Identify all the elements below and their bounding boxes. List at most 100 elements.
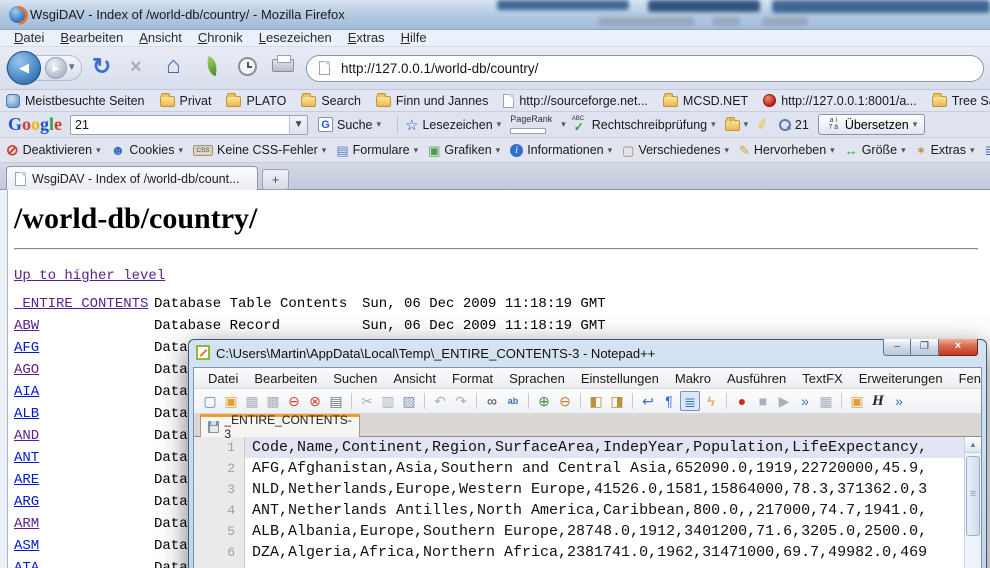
cut-icon[interactable]: ✂ <box>357 391 377 411</box>
editor-line[interactable]: 5 ALB,Albania,Europe,Southern Europe,287… <box>194 521 964 542</box>
editor-line[interactable]: 6 DZA,Algeria,Africa,Northern Africa,238… <box>194 542 964 563</box>
highlighter-button[interactable]: ✐ <box>757 116 769 133</box>
history-dropdown-icon[interactable]: ▾ <box>69 60 75 73</box>
webdev-item[interactable]: i Informationen ▾ <box>510 143 612 157</box>
stop-macro-icon[interactable]: ■ <box>753 391 773 411</box>
menu-item[interactable]: Hilfe <box>393 30 435 46</box>
menu-item[interactable]: Lesezeichen <box>251 30 340 46</box>
directory-entry-link[interactable]: ANT <box>14 450 39 466</box>
leaf-addon-icon[interactable] <box>204 56 220 76</box>
webdev-item[interactable]: ⊘ Deaktivieren ▾ <box>6 143 101 157</box>
sendto-button[interactable]: ↑ ▾ <box>725 118 749 131</box>
menu-item[interactable]: Bearbeiten <box>246 371 325 386</box>
redo-icon[interactable]: ↷ <box>451 391 471 411</box>
menu-item[interactable]: Format <box>444 371 501 386</box>
sync-vertical-icon[interactable]: ◧ <box>586 391 606 411</box>
save-macro-icon[interactable]: ▦ <box>816 391 836 411</box>
record-macro-icon[interactable]: ● <box>732 391 752 411</box>
home-button[interactable]: ⌂ <box>166 52 181 80</box>
editor-line[interactable]: 4 ANT,Netherlands Antilles,North America… <box>194 500 964 521</box>
bookmark-item[interactable]: PLATO <box>226 94 286 108</box>
caret-icon[interactable]: ▾ <box>561 119 566 130</box>
webdev-item[interactable]: ▤ Formulare ▾ <box>336 143 418 157</box>
directory-entry-link[interactable]: ATA <box>14 560 39 568</box>
url-text[interactable]: http://127.0.0.1/world-db/country/ <box>341 56 538 81</box>
print-icon[interactable]: ▤ <box>326 391 346 411</box>
webdev-item[interactable]: ✶ Extras ▾ <box>916 143 975 157</box>
translate-button[interactable]: a i7 ä Übersetzen▾ <box>818 114 925 135</box>
stop-button[interactable]: × <box>130 56 142 79</box>
menu-item[interactable]: Suchen <box>325 371 385 386</box>
minimize-button[interactable]: – <box>883 339 911 356</box>
webdev-item[interactable]: ✎ Hervorheben ▾ <box>739 143 835 157</box>
directory-entry-link[interactable]: ASM <box>14 538 39 554</box>
menu-item[interactable]: Chronik <box>190 30 251 46</box>
webdev-item[interactable]: ☻ Cookies ▾ <box>111 143 183 157</box>
maximize-button[interactable]: ❐ <box>911 339 939 356</box>
menu-item[interactable]: Erweiterungen <box>851 371 951 386</box>
replace-icon[interactable]: ab <box>503 391 523 411</box>
bookmark-item[interactable]: Search <box>301 94 361 108</box>
sync-horizontal-icon[interactable]: ◨ <box>607 391 627 411</box>
play-macro-icon[interactable]: ▶ <box>774 391 794 411</box>
bookmark-item[interactable]: Tree Samples <box>932 94 990 108</box>
new-file-icon[interactable]: ▢ <box>200 391 220 411</box>
open-folder-icon[interactable]: ▣ <box>847 391 867 411</box>
undo-icon[interactable]: ↶ <box>430 391 450 411</box>
directory-entry-link[interactable]: ARM <box>14 516 39 532</box>
menu-item[interactable]: TextFX <box>794 371 850 386</box>
menu-item[interactable]: Datei <box>200 371 246 386</box>
close-all-icon[interactable]: ⊗ <box>305 391 325 411</box>
bookmark-item[interactable]: Privat <box>160 94 212 108</box>
save-icon[interactable]: ▦ <box>242 391 262 411</box>
forward-button[interactable]: ▶ <box>45 57 67 79</box>
zoom-out-icon[interactable]: ⊖ <box>555 391 575 411</box>
directory-entry-link[interactable]: ALB <box>14 406 39 422</box>
menu-item[interactable]: Bearbeiten <box>52 30 131 46</box>
indent-guide-icon[interactable]: ≣ <box>680 391 700 411</box>
search-dropdown-icon[interactable]: ▼ <box>289 116 307 134</box>
directory-entry-link[interactable]: AND <box>14 428 39 444</box>
menu-item[interactable]: Ansicht <box>385 371 444 386</box>
document-tab[interactable]: _ENTIRE_CONTENTS-3 <box>200 414 360 437</box>
close-file-icon[interactable]: ⊖ <box>284 391 304 411</box>
google-search-box[interactable]: ▼ <box>70 115 308 135</box>
directory-entry-link[interactable]: AGO <box>14 362 39 378</box>
google-bookmarks-button[interactable]: ☆ Lesezeichen▾ <box>405 116 501 134</box>
menu-item[interactable]: Datei <box>6 30 52 46</box>
webdev-item[interactable]: ▣ Grafiken ▾ <box>428 143 500 157</box>
overflow-chevron-icon[interactable]: » <box>889 391 909 411</box>
zoom-in-icon[interactable]: ⊕ <box>534 391 554 411</box>
bookmark-item[interactable]: Meistbesuchte Seiten <box>6 94 145 108</box>
menu-item[interactable]: Makro <box>667 371 719 386</box>
print-button[interactable] <box>272 59 294 72</box>
directory-entry-link[interactable]: AIA <box>14 384 39 400</box>
tab-wsgidav[interactable]: WsgiDAV - Index of /world-db/count... <box>6 166 258 190</box>
directory-entry-link[interactable]: ARE <box>14 472 39 488</box>
menu-item[interactable]: Fenster <box>951 371 982 386</box>
open-file-icon[interactable]: ▣ <box>221 391 241 411</box>
directory-entry-link[interactable]: AFG <box>14 340 39 356</box>
run-macro-multi-icon[interactable]: » <box>795 391 815 411</box>
word-wrap-icon[interactable]: ↩ <box>638 391 658 411</box>
url-bar[interactable]: http://127.0.0.1/world-db/country/ <box>306 55 984 82</box>
webdev-item[interactable]: ↔ Größe ▾ <box>845 143 906 157</box>
menu-item[interactable]: Ausführen <box>719 371 794 386</box>
editor-scrollbar[interactable]: ▲ <box>964 437 981 568</box>
new-tab-button[interactable]: + <box>262 169 289 190</box>
google-search-button[interactable]: G Suche▾ <box>318 117 381 132</box>
close-button[interactable]: × <box>939 339 978 356</box>
menu-item[interactable]: Einstellungen <box>573 371 667 386</box>
bookmark-item[interactable]: http://sourceforge.net... <box>503 94 648 108</box>
bookmark-item[interactable]: http://127.0.0.1:8001/a... <box>763 94 917 108</box>
webdev-item[interactable]: CSS Keine CSS-Fehler ▾ <box>193 143 326 157</box>
bookmark-item[interactable]: Finn und Jannes <box>376 94 488 108</box>
directory-entry-link[interactable]: _ENTIRE_CONTENTS <box>14 296 148 312</box>
scrollbar-thumb[interactable] <box>966 456 980 536</box>
up-to-higher-level-link[interactable]: Up to higher level <box>14 268 165 284</box>
editor-line[interactable]: 2 AFG,Afghanistan,Asia,Southern and Cent… <box>194 458 964 479</box>
menu-item[interactable]: Ansicht <box>131 30 190 46</box>
menu-item[interactable]: Extras <box>340 30 393 46</box>
directory-entry-link[interactable]: ABW <box>14 318 39 334</box>
spellcheck-button[interactable]: ABC✓ Rechtschreibprüfung▾ <box>572 117 716 133</box>
